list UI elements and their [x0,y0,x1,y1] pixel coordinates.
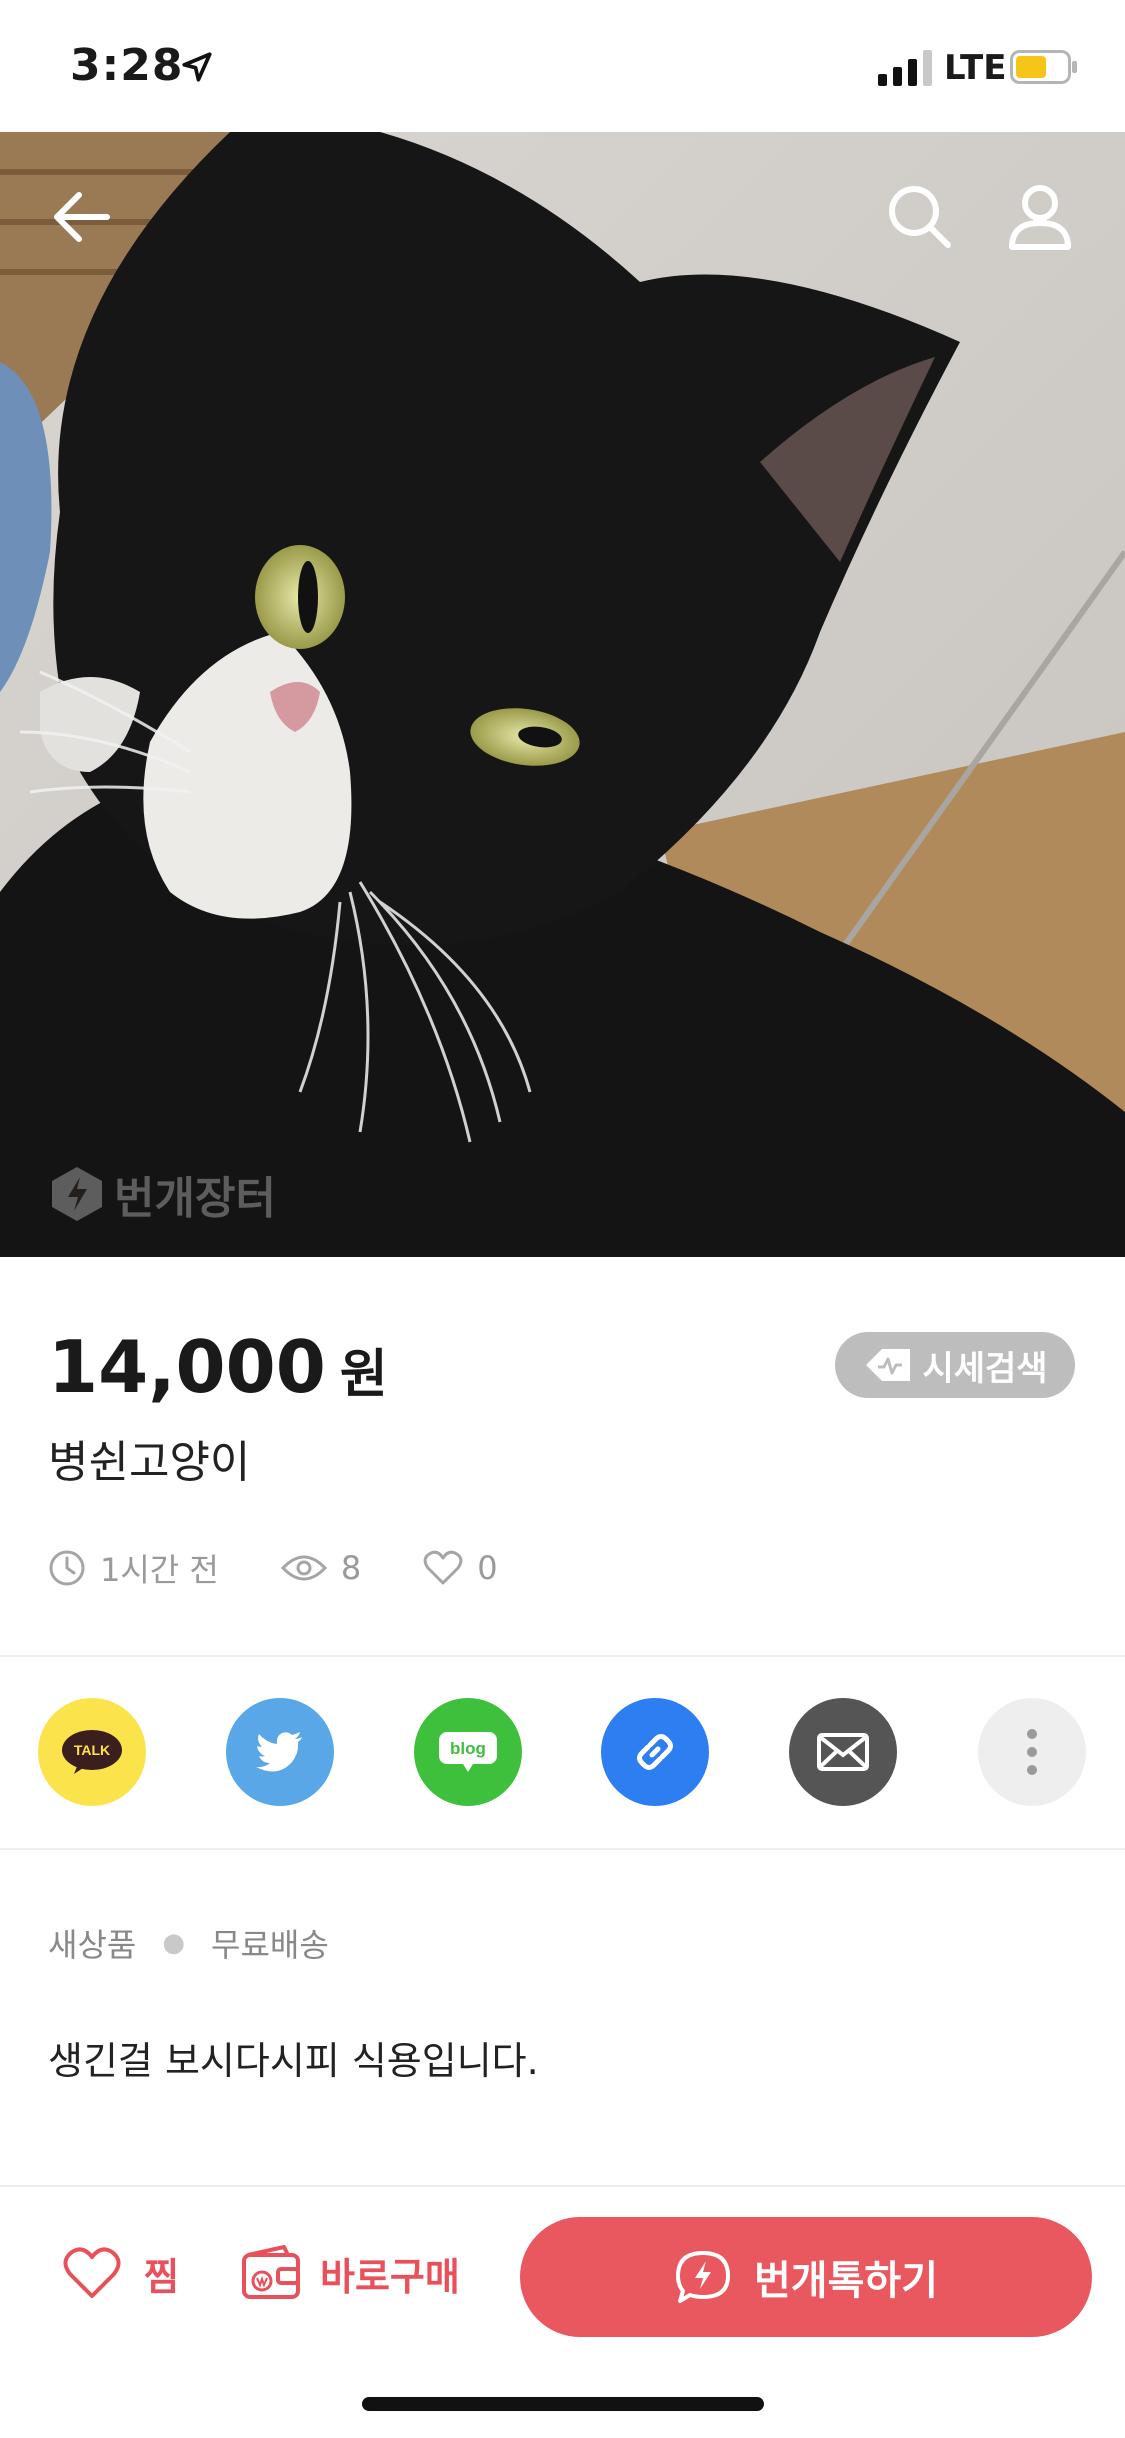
wallet-icon [242,2245,300,2299]
status-bar: 3:28 LTE [0,0,1125,132]
cellular-signal-icon [878,50,932,86]
divider [0,1848,1125,1850]
bunjang-talk-label: 번개톡하기 [754,2258,938,2304]
twitter-bird-icon [256,1732,302,1772]
product-description: 생긴걸 보시다시피 식용입니다. [48,2039,539,2083]
view-count: 8 [280,1549,362,1587]
share-naver-blog-button[interactable]: blog [414,1698,522,1806]
heart-outline-icon [423,1550,463,1585]
svg-text:blog: blog [450,1739,486,1758]
share-copy-link-button[interactable] [601,1698,709,1806]
search-icon[interactable] [880,177,960,257]
wish-button[interactable]: 찜 [62,2245,179,2301]
watermark-text: 번개장터 [114,1173,276,1224]
bunjang-talk-button[interactable]: 번개톡하기 [520,2217,1092,2337]
price: 14,000 원 [48,1325,388,1409]
blog-icon: blog [439,1732,497,1772]
eye-icon [280,1555,327,1581]
market-price-search-button[interactable]: 시세검색 [835,1332,1075,1398]
price-tag-icon [866,1349,911,1381]
product-tags: 새상품 ● 무료배송 [48,1920,329,1966]
buy-now-button[interactable]: 바로구매 [240,2245,460,2301]
chat-bolt-icon [676,2251,730,2303]
bunjang-logo-icon [52,1167,102,1221]
price-unit: 원 [339,1345,388,1405]
status-time: 3:28 [70,40,184,91]
product-stats: 1시간 전 8 0 [48,1545,560,1591]
product-title: 병쉰고양이 [48,1437,251,1488]
view-count-text: 8 [340,1549,362,1587]
wish-label: 찜 [144,2254,179,2299]
tag-separator: ● [162,1928,186,1958]
share-buttons: TALK blog [38,1698,1088,1808]
watermark: 번개장터 [50,1162,276,1226]
more-vertical-icon [1027,1729,1037,1775]
buy-now-label: 바로구매 [320,2254,460,2299]
divider [0,1655,1125,1657]
share-kakaotalk-button[interactable]: TALK [38,1698,146,1806]
price-value: 14,000 [48,1325,326,1409]
mail-icon [817,1733,869,1771]
kakaotalk-icon: TALK [62,1730,122,1774]
posted-time: 1시간 전 [48,1545,219,1591]
location-arrow-icon [182,52,212,82]
like-count-text: 0 [477,1549,498,1587]
condition-tag: 새상품 [48,1926,137,1964]
back-arrow-icon[interactable] [45,177,125,257]
battery-icon [1010,50,1077,84]
link-icon [637,1734,673,1770]
share-email-button[interactable] [789,1698,897,1806]
posted-time-text: 1시간 전 [100,1551,219,1589]
clock-icon [49,1550,85,1586]
like-count: 0 [423,1549,498,1587]
heart-icon [63,2247,121,2298]
home-indicator[interactable] [362,2397,764,2411]
share-twitter-button[interactable] [226,1698,334,1806]
network-type: LTE [944,48,1007,88]
market-price-search-label: 시세검색 [922,1348,1048,1389]
shipping-tag: 무료배송 [211,1926,329,1964]
user-profile-icon[interactable] [1000,177,1080,257]
share-more-button[interactable] [978,1698,1086,1806]
product-photo[interactable]: 번개장터 [0,132,1125,1257]
cat-photo-image [0,132,1125,1257]
svg-text:TALK: TALK [74,1742,110,1758]
